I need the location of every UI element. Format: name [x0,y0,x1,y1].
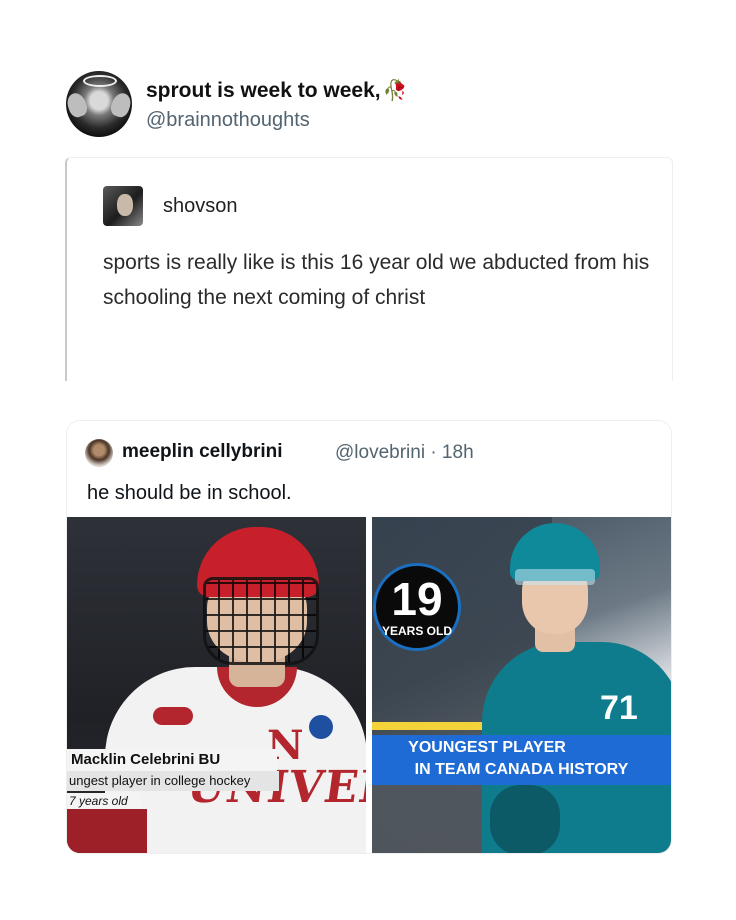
media-left-photo[interactable]: N UNIVERSIT Macklin Celebrini BU ungest … [67,517,366,853]
reblog-avatar[interactable] [103,186,143,226]
display-name-text: sprout is week to week, [146,79,381,102]
jersey-number: 71 [600,689,638,727]
score-bug [67,809,147,853]
embedded-tweet[interactable]: meeplin cellybrini @lovebrini · 18h he s… [66,420,672,854]
lower-third-name: Macklin Celebrini BU [67,749,277,771]
lower-third-age: 7 years old [67,793,141,809]
reblogged-post: shovson sports is really like is this 16… [65,157,673,381]
reblog-username[interactable]: shovson [163,195,238,218]
halo-icon [83,75,117,87]
rose-icon: 🥀 [382,80,408,102]
ncaa-patch [309,715,333,739]
face-cage [203,577,319,665]
post-header: sprout is week to week, 🥀 @brainnothought… [66,71,666,141]
age-badge-label: YEARS OLD [381,624,452,638]
tweet-media[interactable]: N UNIVERSIT Macklin Celebrini BU ungest … [67,517,671,853]
banner-line-2: IN TEAM CANADA HISTORY [414,761,629,778]
lower-third-subtitle: ungest player in college hockey [67,771,279,791]
tweet-author-name[interactable]: meeplin cellybrini [122,441,283,463]
handle[interactable]: @brainnothoughts [146,109,310,132]
age-badge: 19 YEARS OLD [373,563,461,651]
reblog-text: sports is really like is this 16 year ol… [103,251,650,309]
tweet-avatar[interactable] [85,439,113,467]
caption-banner: YOUNGEST PLAYER IN TEAM CANADA HISTORY [372,735,671,785]
display-name[interactable]: sprout is week to week, 🥀 [146,78,408,103]
tv-lower-third: Macklin Celebrini BU ungest player in co… [67,749,279,809]
tweet-handle-time: @lovebrini · 18h [335,442,474,463]
wing-left-icon [66,90,90,120]
wing-right-icon [108,90,132,120]
tweet-header: meeplin cellybrini @lovebrini · 18h [85,439,665,471]
glove [490,785,560,853]
media-right-photo[interactable]: 71 19 YEARS OLD YOUNGEST PLAYER IN TEAM … [372,517,671,853]
age-badge-number: 19 [391,573,443,625]
visor [515,569,595,585]
banner-line-1: YOUNGEST PLAYER [408,739,566,756]
avatar[interactable] [66,71,132,137]
jersey-logo [153,707,193,725]
tweet-text: he should be in school. [87,482,292,504]
